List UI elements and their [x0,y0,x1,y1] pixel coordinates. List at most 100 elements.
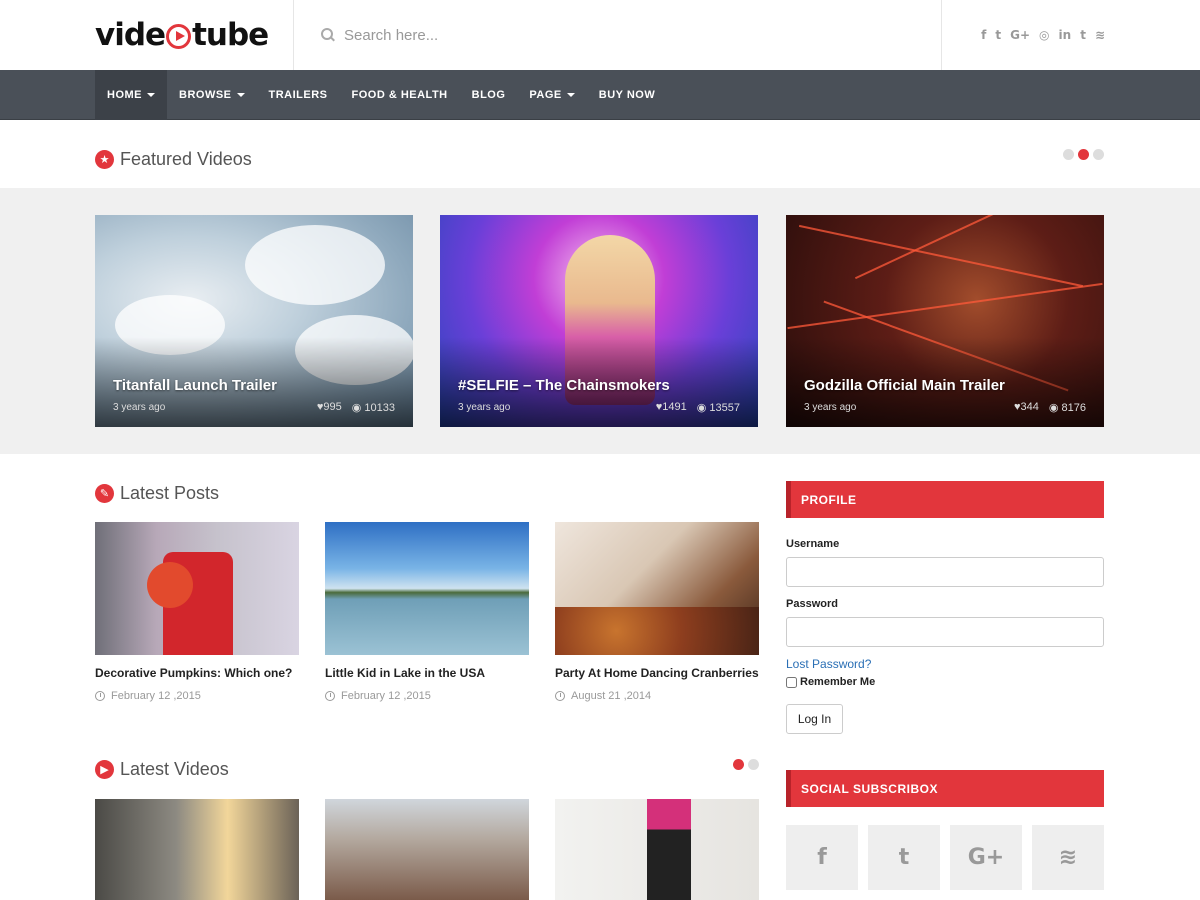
facebook-icon[interactable]: f [981,27,986,43]
nav-label: BUY NOW [598,89,656,101]
likes-value: 344 [1020,401,1039,413]
linkedin-icon[interactable]: in [1059,27,1072,43]
remember-me-checkbox[interactable] [786,676,797,688]
video-title[interactable]: Godzilla Official Main Trailer [804,377,1005,394]
post-thumbnail[interactable] [325,522,529,655]
username-label: Username [786,538,840,550]
eye-icon: ◉ [351,402,365,414]
video-title[interactable]: Titanfall Launch Trailer [113,377,277,394]
post-title[interactable]: Decorative Pumpkins: Which one? [95,666,299,680]
login-button[interactable]: Log In [786,704,843,734]
post-card: Decorative Pumpkins: Which one? February… [95,522,299,702]
carousel-dot-active[interactable] [1078,149,1089,160]
pencil-icon: ✎ [95,484,114,503]
search-input[interactable] [344,26,904,44]
play-circle-icon: ▶ [95,760,114,779]
latest-videos-heading: ▶ Latest Videos [95,759,229,780]
logo-text-right: tube [192,17,269,53]
nav-item-trailers[interactable]: TRAILERS [257,70,340,120]
section-title-text: Latest Posts [120,483,220,503]
social-subscribox-header: SOCIAL SUBSCRIBOX [786,770,1104,807]
clock-icon [95,691,105,701]
google-plus-icon[interactable]: G+ [950,825,1022,890]
nav-item-blog[interactable]: BLOG [460,70,518,120]
video-thumbnail[interactable] [95,799,299,900]
post-date: February 12 ,2015 [95,690,299,702]
post-title[interactable]: Party At Home Dancing Cranberries [555,666,759,680]
likes-value: 1491 [662,401,687,413]
rss-icon[interactable]: ≋ [1032,825,1104,890]
likes-count: ♥344 [1014,401,1039,414]
carousel-dot[interactable] [1093,149,1104,160]
nav-label: PAGE [529,89,562,101]
likes-count: ♥995 [317,401,342,414]
views-count: ◉ 10133 [352,401,395,414]
post-date-text: August 21 ,2014 [571,690,652,702]
password-field[interactable] [786,617,1104,647]
likes-count: ♥1491 [656,401,687,414]
rss-icon[interactable]: ≋ [1095,27,1105,43]
nav-item-page[interactable]: PAGE [517,70,586,120]
clock-icon [325,691,335,701]
post-date-text: February 12 ,2015 [341,690,431,702]
video-date: 3 years ago [804,402,857,413]
twitter-icon[interactable]: t [868,825,940,890]
nav-item-home[interactable]: HOME [95,70,167,120]
google-plus-icon[interactable]: G+ [1010,27,1030,43]
latest-videos-carousel-dots [733,759,759,770]
caret-down-icon [147,93,155,97]
video-thumbnail[interactable] [325,799,529,900]
nav-item-buy-now[interactable]: BUY NOW [587,70,667,120]
post-date: August 21 ,2014 [555,690,759,702]
carousel-dot[interactable] [1063,149,1074,160]
username-field[interactable] [786,557,1104,587]
video-stats: ♥1491 ◉ 13557 [656,401,740,414]
nav-label: HOME [107,89,142,101]
post-thumbnail[interactable] [95,522,299,655]
lost-password-link[interactable]: Lost Password? [786,657,871,671]
play-icon [166,23,192,49]
carousel-dot[interactable] [748,759,759,770]
views-count: ◉ 8176 [1049,401,1086,414]
clock-icon [555,691,565,701]
views-value: 8176 [1061,402,1086,414]
star-icon: ★ [95,150,114,169]
featured-carousel-dots [1063,149,1104,160]
featured-video-card[interactable]: Titanfall Launch Trailer 3 years ago ♥99… [95,215,413,427]
nav-label: BROWSE [179,89,232,101]
header-social-links: f t G+ ◎ in t ≋ [981,27,1105,43]
caret-down-icon [566,93,575,97]
video-date: 3 years ago [458,402,511,413]
views-value: 10133 [364,402,395,414]
nav-label: TRAILERS [268,89,328,101]
views-value: 13557 [709,402,740,414]
carousel-dot-active[interactable] [733,759,744,770]
main-nav: HOME BROWSE TRAILERS FOOD & HEALTH BLOG … [0,70,1200,120]
site-logo[interactable]: vide tube [95,16,269,54]
video-title[interactable]: #SELFIE – The Chainsmokers [458,377,670,394]
facebook-icon[interactable]: f [786,825,858,890]
tumblr-icon[interactable]: t [1080,27,1086,43]
post-card: Little Kid in Lake in the USA February 1… [325,522,529,702]
video-stats: ♥995 ◉ 10133 [317,401,395,414]
remember-me: Remember Me [786,676,875,688]
nav-label: BLOG [471,89,506,101]
twitter-icon[interactable]: t [995,27,1001,43]
featured-video-card[interactable]: Godzilla Official Main Trailer 3 years a… [786,215,1104,427]
profile-widget-header: PROFILE [786,481,1104,518]
search-icon [321,28,335,42]
nav-item-food-health[interactable]: FOOD & HEALTH [340,70,460,120]
post-title[interactable]: Little Kid in Lake in the USA [325,666,529,680]
section-title-text: Latest Videos [120,759,229,779]
search-bar [293,0,942,70]
post-date-text: February 12 ,2015 [111,690,201,702]
instagram-icon[interactable]: ◎ [1039,27,1049,43]
nav-item-browse[interactable]: BROWSE [167,70,257,120]
video-thumbnail[interactable] [555,799,759,900]
logo-text-left: vide [95,17,166,53]
post-thumbnail[interactable] [555,522,759,655]
section-title-text: Featured Videos [120,149,252,169]
views-count: ◉ 13557 [697,401,740,414]
featured-video-card[interactable]: #SELFIE – The Chainsmokers 3 years ago ♥… [440,215,758,427]
post-date: February 12 ,2015 [325,690,529,702]
